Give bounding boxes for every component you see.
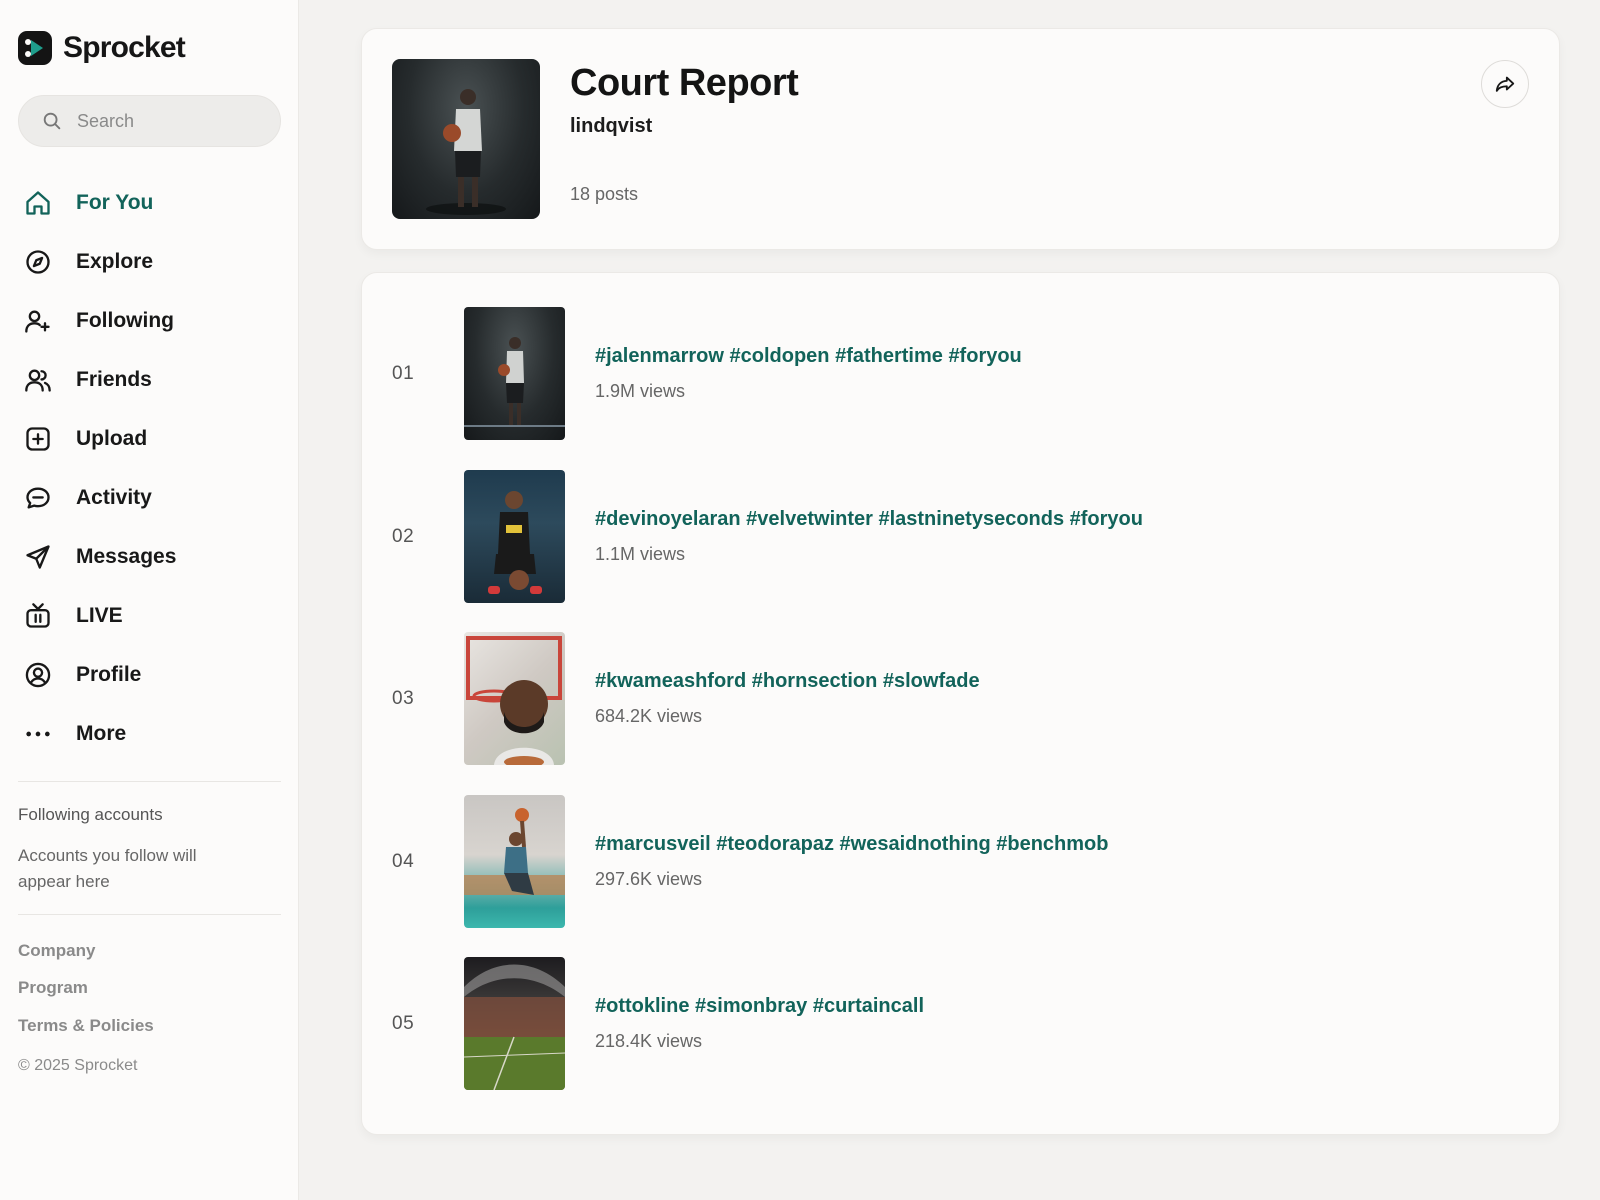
search-input[interactable] — [77, 110, 257, 132]
player-portrait-image — [466, 636, 562, 765]
nav-item-friends[interactable]: Friends — [18, 350, 281, 409]
search-box[interactable] — [18, 95, 281, 147]
video-views: 1.1M views — [595, 544, 686, 564]
nav-label: More — [76, 721, 127, 745]
video-thumbnail[interactable] — [464, 957, 565, 1090]
footer-link-program[interactable]: Program — [18, 978, 88, 998]
more-horizontal-icon — [26, 731, 50, 736]
nav-item-more[interactable]: More — [18, 704, 281, 763]
row-index: 04 — [392, 851, 415, 872]
nav-label: Profile — [76, 662, 142, 686]
nav-item-messages[interactable]: Messages — [18, 527, 281, 586]
video-row[interactable]: 02 #devinoyelaran #velvetwinter #lastnin… — [362, 470, 1561, 603]
nav-item-profile[interactable]: Profile — [18, 645, 281, 704]
video-hashtags[interactable]: #jalenmarrow #coldopen #fathertime #fory… — [595, 345, 1022, 368]
nav-item-live[interactable]: LIVE — [18, 586, 281, 645]
send-icon — [26, 544, 50, 569]
video-views: 1.9M views — [595, 381, 686, 401]
divider — [18, 914, 281, 915]
video-views: 684.2K views — [595, 706, 703, 726]
user-circle-icon — [25, 662, 51, 687]
brand-name: Sprocket — [63, 31, 186, 64]
video-views: 218.4K views — [595, 1031, 703, 1051]
plus-square-icon — [26, 426, 50, 451]
nav-label: For You — [76, 190, 154, 214]
compass-icon — [26, 249, 50, 274]
row-index: 03 — [392, 688, 415, 709]
sprocket-logo-icon — [18, 31, 52, 65]
row-index: 01 — [392, 363, 415, 384]
brand[interactable]: Sprocket — [18, 31, 186, 65]
playlist-title: Court Report — [570, 62, 799, 104]
video-thumbnail[interactable] — [464, 470, 565, 603]
video-row[interactable]: 03 #kwameashford #hornsection #slowfade … — [362, 632, 1561, 765]
player-crouching-image — [488, 491, 542, 594]
home-icon — [26, 190, 50, 215]
video-hashtags[interactable]: #ottokline #simonbray #curtaincall — [595, 995, 924, 1018]
player-silhouette-image — [426, 89, 506, 215]
nav-label: Following — [76, 308, 174, 332]
nav-item-explore[interactable]: Explore — [18, 232, 281, 291]
video-thumbnail[interactable] — [464, 632, 565, 765]
user-plus-icon — [25, 310, 50, 333]
footer-link-terms[interactable]: Terms & Policies — [18, 1016, 154, 1036]
footer-link-company[interactable]: Company — [18, 941, 95, 961]
nav-item-upload[interactable]: Upload — [18, 409, 281, 468]
stadium-image — [464, 964, 565, 1090]
main-nav: For You Explore Following Friends Upload… — [18, 173, 281, 763]
share-icon — [1495, 76, 1515, 92]
video-row[interactable]: 04 #marcusveil #teodorapaz #wesaidnothin… — [362, 795, 1561, 928]
following-accounts-title: Following accounts — [18, 805, 163, 824]
following-empty-text: Accounts you follow will appear here — [18, 846, 197, 891]
video-hashtags[interactable]: #kwameashford #hornsection #slowfade — [595, 670, 980, 693]
sidebar: Sprocket For You Explore Following Frien… — [0, 0, 299, 1200]
nav-item-following[interactable]: Following — [18, 291, 281, 350]
nav-label: Explore — [76, 249, 154, 273]
video-views: 297.6K views — [595, 869, 703, 889]
player-silhouette-image — [464, 337, 565, 427]
tv-icon — [26, 602, 50, 628]
divider — [18, 781, 281, 782]
nav-label: LIVE — [76, 603, 123, 627]
message-circle-icon — [26, 487, 50, 508]
video-thumbnail[interactable] — [464, 795, 565, 928]
search-icon — [43, 112, 61, 130]
video-list: 01 #jalenmarrow #coldopen #fathertime #f… — [361, 272, 1560, 1135]
share-button[interactable] — [1481, 60, 1529, 108]
video-row[interactable]: 01 #jalenmarrow #coldopen #fathertime #f… — [362, 307, 1561, 440]
copyright: © 2025 Sprocket — [18, 1057, 138, 1074]
row-index: 05 — [392, 1013, 415, 1034]
playlist-cover — [392, 59, 540, 219]
video-hashtags[interactable]: #marcusveil #teodorapaz #wesaidnothing #… — [595, 833, 1108, 856]
row-index: 02 — [392, 526, 415, 547]
player-dunking-image — [464, 808, 565, 895]
nav-item-activity[interactable]: Activity — [18, 468, 281, 527]
nav-label: Messages — [76, 544, 177, 568]
nav-item-for-you[interactable]: For You — [18, 173, 281, 232]
playlist-author[interactable]: lindqvist — [570, 115, 652, 138]
video-hashtags[interactable]: #devinoyelaran #velvetwinter #lastninety… — [595, 508, 1143, 531]
posts-count: 18 posts — [570, 184, 639, 204]
video-thumbnail[interactable] — [464, 307, 565, 440]
nav-label: Activity — [76, 485, 152, 509]
nav-label: Upload — [76, 426, 148, 450]
nav-label: Friends — [76, 367, 152, 391]
video-row[interactable]: 05 #ottokline #simonbray #curtaincall 21… — [362, 957, 1561, 1090]
users-icon — [25, 369, 51, 392]
playlist-header: Court Report lindqvist 18 posts — [361, 28, 1560, 250]
